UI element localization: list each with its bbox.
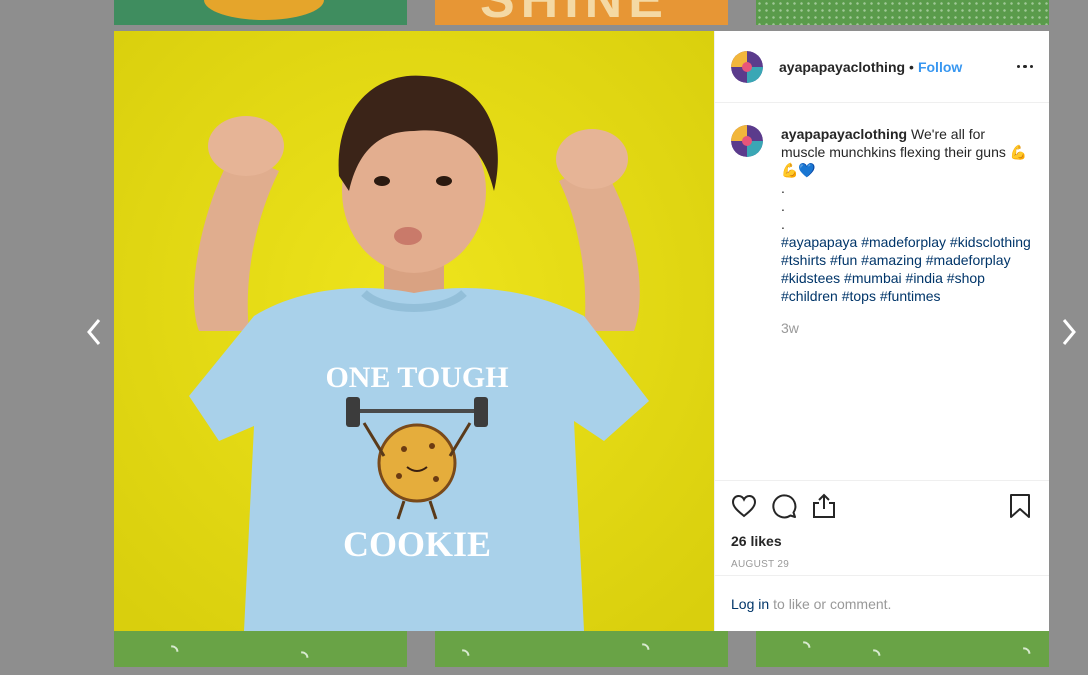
thumbnail-pattern [290,648,312,667]
comment-button[interactable] [771,493,797,519]
separator-dot: • [909,58,914,75]
hashtag-link[interactable]: #shop [947,270,985,286]
share-button[interactable] [811,493,837,519]
hashtag-link[interactable]: #madeforplay [926,252,1011,268]
thumbnail-word: SHINE [480,0,669,25]
hashtag-link[interactable]: #ayapapaya [781,234,857,250]
post-photo[interactable]: ONE TOUGH COOKIE [114,31,714,631]
shirt-text-top: ONE TOUGH [325,361,508,394]
caption-dot: . [781,198,785,214]
grid-thumbnail-bottom-middle[interactable] [435,631,728,667]
hashtag-link[interactable]: #tops [842,288,876,304]
hashtag-link[interactable]: #funtimes [880,288,941,304]
chevron-right-icon [1062,319,1076,345]
login-link[interactable]: Log in [731,596,769,612]
avatar[interactable] [731,50,763,83]
like-count[interactable]: 26 likes [731,533,1033,549]
hashtag-link[interactable]: #amazing [861,252,922,268]
caption-dot: . [781,216,785,232]
hashtag-link[interactable]: #fun [830,252,857,268]
post-image-illustration: ONE TOUGH COOKIE [114,31,714,631]
hashtag-link[interactable]: #kidstees [781,270,840,286]
caption-section: ayapapayaclothing We're all for muscle mu… [715,103,1049,480]
login-prompt: Log in to like or comment. [715,575,1049,631]
chevron-left-icon [87,319,101,345]
previous-post-button[interactable] [82,315,106,349]
share-icon [813,493,835,518]
thumbnail-pattern [792,638,814,660]
thumbnail-shape [204,0,324,20]
hashtag-link[interactable]: #madeforplay [861,234,946,250]
thumbnail-pattern [160,642,182,664]
post-date: AUGUST 29 [731,559,790,570]
caption-timestamp[interactable]: 3w [781,319,1033,337]
more-options-icon[interactable] [1016,61,1033,73]
save-button[interactable] [1007,493,1033,519]
caption-username[interactable]: ayapapayaclothing [781,126,907,142]
thumbnail-pattern [631,640,653,662]
avatar-image [731,50,763,83]
caption-dot: . [781,180,785,196]
thumbnail-pattern [1012,644,1034,666]
thumbnail-pattern [756,0,1049,25]
post-header: ayapapayaclothing • Follow [715,31,1049,103]
more-dot [1016,64,1020,69]
post-sidebar: ayapapayaclothing • Follow ayapapayaclot… [714,31,1049,631]
grid-thumbnail-top-left[interactable] [114,0,407,25]
avatar-image [731,125,763,157]
hashtag-link[interactable]: #kidsclothing [950,234,1031,250]
more-dot [1029,64,1033,69]
grid-thumbnail-top-middle[interactable]: SHINE [435,0,728,25]
avatar[interactable] [731,125,763,157]
post-actions: 26 likes AUGUST 29 [715,480,1049,575]
hashtag-link[interactable]: #children [781,288,838,304]
hashtag-link[interactable]: #india [906,270,943,286]
more-dot [1023,64,1027,69]
follow-button[interactable]: Follow [918,59,962,75]
caption-body: ayapapayaclothing We're all for muscle mu… [781,125,1033,480]
shirt-text-bottom: COOKIE [343,524,491,564]
post-modal: ONE TOUGH COOKIE ayapapayaclothing • Fol… [114,31,1049,631]
heart-icon [731,494,757,518]
thumbnail-pattern [451,646,473,667]
username-link[interactable]: ayapapayaclothing [779,59,905,75]
hashtag-link[interactable]: #tshirts [781,252,826,268]
next-post-button[interactable] [1057,315,1081,349]
thumbnail-pattern [862,646,884,667]
like-button[interactable] [731,493,757,519]
action-icons [731,489,1033,523]
login-prompt-text: to like or comment. [773,595,892,612]
grid-thumbnail-bottom-right[interactable] [756,631,1049,667]
grid-thumbnail-bottom-left[interactable] [114,631,407,667]
hashtag-link[interactable]: #mumbai [844,270,902,286]
bookmark-icon [1010,494,1030,518]
comment-icon [772,494,797,519]
hashtag-list: #ayapapaya #madeforplay #kidsclothing #t… [781,233,1033,305]
grid-thumbnail-top-right[interactable] [756,0,1049,25]
